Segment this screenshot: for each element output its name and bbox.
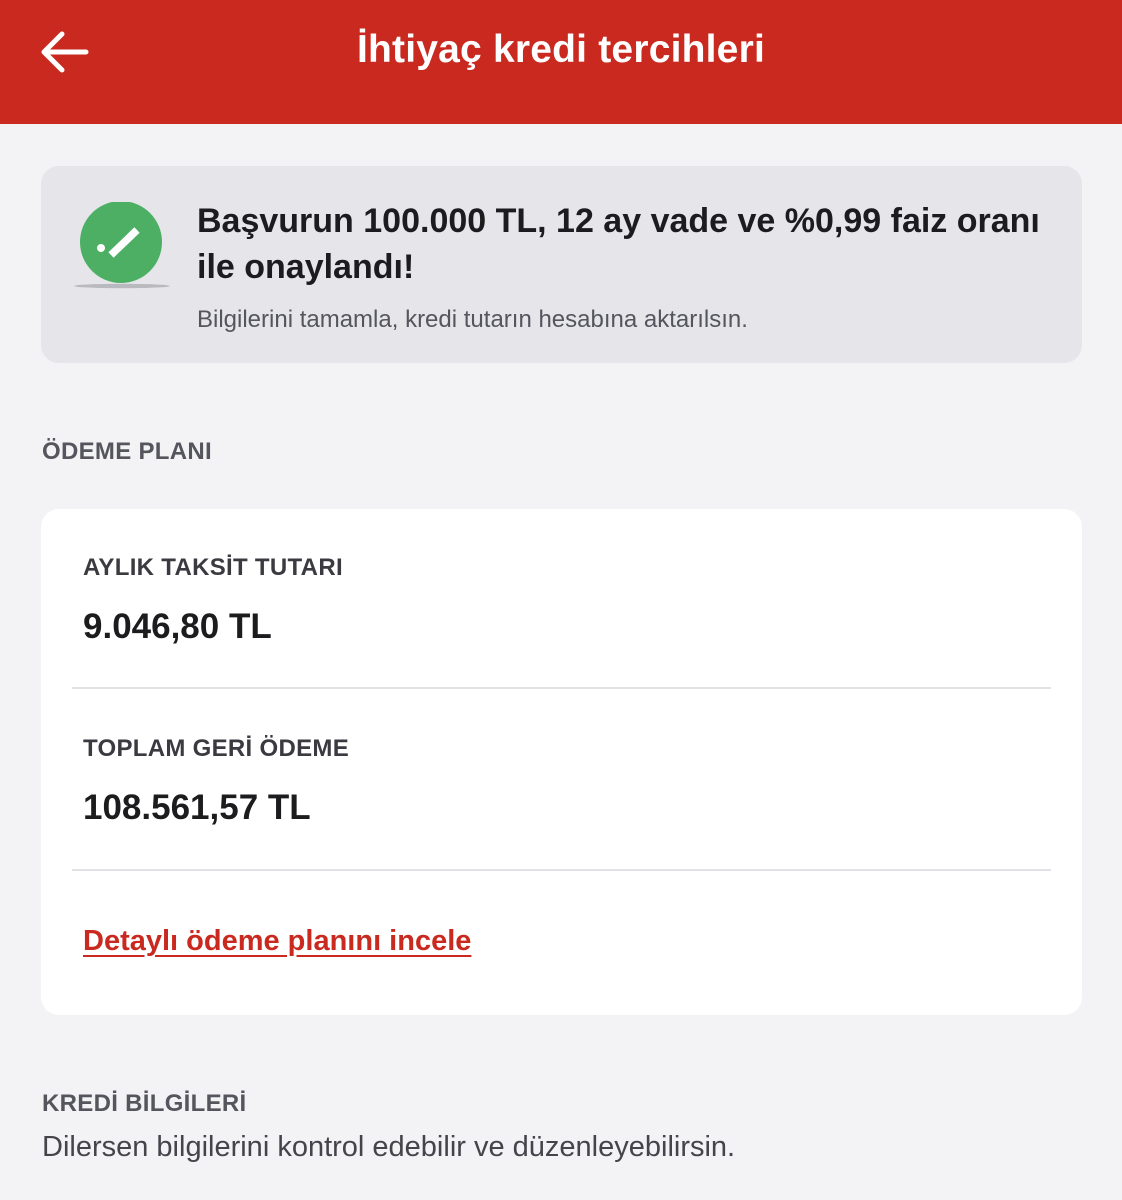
- approval-message: Başvurun 100.000 TL, 12 ay vade ve %0,99…: [197, 202, 1040, 286]
- monthly-installment-value: 9.046,80 TL: [83, 607, 272, 646]
- total-repayment-value: 108.561,57 TL: [83, 788, 311, 827]
- credit-info-heading: KREDİ BİLGİLERİ: [42, 1090, 247, 1117]
- payment-plan-card: AYLIK TAKSİT TUTARI 9.046,80 TL TOPLAM G…: [41, 509, 1082, 1015]
- approval-subtitle: Bilgilerini tamamla, kredi tutarın hesab…: [197, 306, 748, 333]
- credit-info-description: Dilersen bilgilerini kontrol edebilir ve…: [42, 1131, 736, 1163]
- monthly-installment-label: AYLIK TAKSİT TUTARI: [83, 554, 343, 581]
- check-circle-icon: [74, 202, 170, 289]
- payment-plan-heading: ÖDEME PLANI: [42, 438, 212, 465]
- divider: [72, 869, 1051, 871]
- divider: [72, 687, 1051, 689]
- detailed-payment-plan-link[interactable]: Detaylı ödeme planını incele: [83, 925, 471, 958]
- total-repayment-label: TOPLAM GERİ ÖDEME: [83, 735, 350, 762]
- approval-status-card: Başvurun 100.000 TL, 12 ay vade ve %0,99…: [41, 166, 1082, 363]
- page-title: İhtiyaç kredi tercihleri: [357, 28, 765, 71]
- app-header: İhtiyaç kredi tercihleri: [0, 0, 1122, 124]
